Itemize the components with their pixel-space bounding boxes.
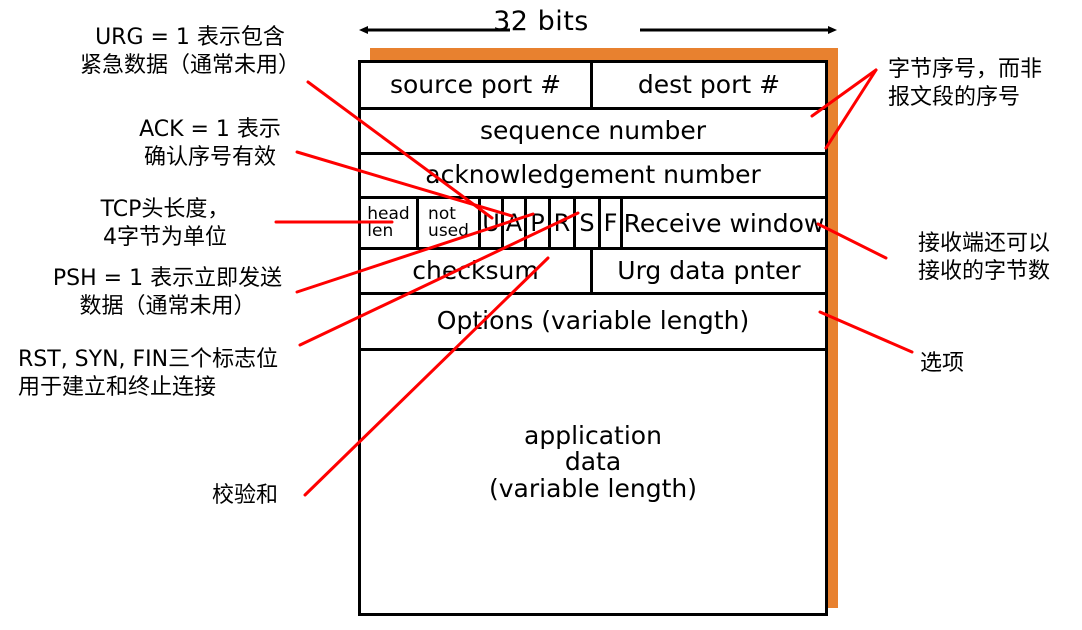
- width-label: 32 bits: [493, 6, 589, 37]
- tcp-header-diagram: 32 bits source port # dest port # sequen…: [0, 0, 1082, 630]
- field-sequence-number: sequence number: [480, 115, 706, 145]
- field-not-used: not used: [419, 199, 481, 247]
- field-dest-port: dest port #: [637, 69, 781, 99]
- field-checksum: checksum: [361, 250, 593, 292]
- annotation-head-len: TCP头长度， 4字节为单位: [100, 197, 230, 251]
- flag-rst: R: [551, 199, 576, 247]
- annotation-ack: ACK = 1 表示 确认序号有效: [139, 117, 281, 171]
- field-options: Options (variable length): [436, 306, 750, 336]
- table-row: source port # dest port #: [361, 63, 825, 110]
- annotation-options: 选项: [920, 351, 965, 376]
- flag-syn: S: [576, 199, 601, 247]
- field-acknowledgement-number: acknowledgement number: [425, 160, 761, 190]
- table-row: acknowledgement number: [361, 155, 825, 199]
- tcp-header-table: source port # dest port # sequence numbe…: [358, 60, 828, 616]
- annotation-rst-syn-fin: RST, SYN, FIN三个标志位 用于建立和终止连接: [18, 347, 279, 401]
- annotation-sequence-number: 字节序号，而非 报文段的序号: [888, 57, 1043, 111]
- field-receive-window: Receive window: [623, 208, 825, 238]
- annotation-receive-window: 接收端还可以 接收的字节数: [918, 231, 1051, 285]
- flag-psh: P: [527, 199, 551, 247]
- annotation-checksum: 校验和: [212, 483, 279, 508]
- annotation-urg: URG = 1 表示包含 紧急数据（通常未用）: [79, 25, 300, 79]
- flag-urg: U: [481, 199, 504, 247]
- table-row: sequence number: [361, 110, 825, 155]
- field-source-port: source port #: [361, 63, 593, 107]
- field-urgent-pointer: Urg data pnter: [617, 255, 801, 285]
- field-head-len: head len: [361, 199, 419, 247]
- table-row: checksum Urg data pnter: [361, 250, 825, 295]
- flag-ack: A: [504, 199, 527, 247]
- table-row: head len not used U A P R S F Receive wi…: [361, 199, 825, 250]
- field-application-data: application data (variable length): [489, 421, 697, 503]
- annotation-psh: PSH = 1 表示立即发送 数据（通常未用）: [52, 266, 283, 320]
- table-row: application data (variable length): [361, 351, 825, 613]
- flag-fin: F: [601, 199, 623, 247]
- table-row: Options (variable length): [361, 295, 825, 351]
